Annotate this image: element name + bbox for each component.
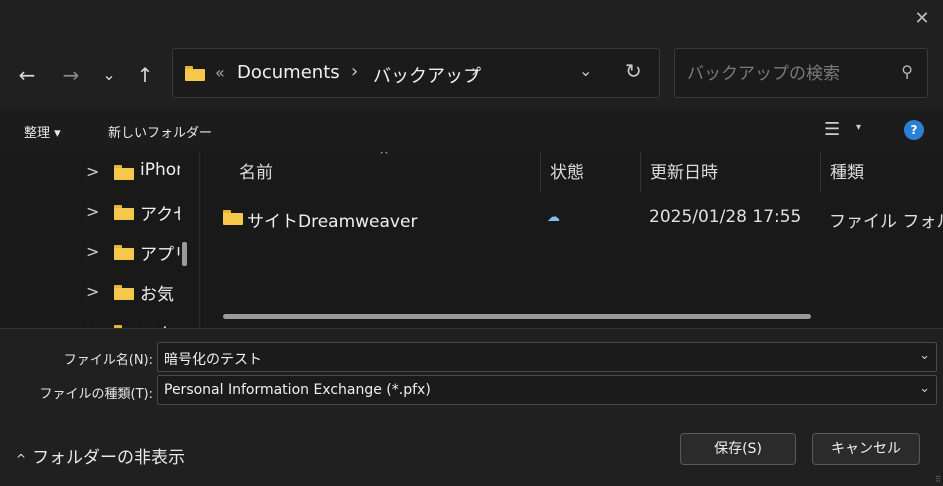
expand-arrow-icon[interactable]: >	[86, 282, 99, 301]
sort-indicator-icon: ^	[379, 152, 390, 162]
title-bar: ✕	[0, 0, 943, 38]
search-icon[interactable]: ⚲	[901, 62, 913, 81]
navigation-bar: ← → ⌄ ↑ « Documents › バックアップ › ⌄ ↻ ⚲	[0, 38, 943, 110]
recent-locations-button[interactable]: ⌄	[94, 60, 124, 90]
breadcrumb-documents[interactable]: Documents	[237, 62, 340, 83]
chevron-down-icon[interactable]: ⌄	[919, 381, 930, 396]
tree-item-label: アクセ	[140, 205, 180, 225]
filename-input[interactable]: 暗号化のテスト	[164, 349, 262, 369]
command-toolbar: 整理 ▾ 新しいフォルダー ☰ ▾ ?	[0, 110, 943, 152]
tree-item[interactable]: > スク	[86, 316, 196, 328]
column-divider[interactable]	[820, 152, 821, 192]
cancel-button[interactable]: キャンセル	[812, 433, 920, 465]
breadcrumb-separator-icon[interactable]: ›	[471, 61, 478, 82]
tree-item-label: スク	[140, 320, 180, 328]
column-divider[interactable]	[640, 152, 641, 192]
folder-icon	[114, 285, 134, 300]
search-input[interactable]	[687, 61, 887, 87]
help-icon[interactable]: ?	[904, 120, 924, 140]
breadcrumb-backup[interactable]: バックアップ	[373, 62, 481, 88]
cloud-icon: ☁	[547, 210, 560, 225]
horizontal-scrollbar[interactable]	[223, 314, 811, 319]
back-button[interactable]: ←	[12, 60, 42, 90]
chevron-up-icon: ^	[16, 452, 27, 466]
tree-scrollbar[interactable]	[182, 242, 187, 266]
resize-grip-icon[interactable]: ⠿	[935, 475, 941, 484]
filename-combobox[interactable]: 暗号化のテスト ⌄	[157, 342, 937, 372]
refresh-icon[interactable]: ↻	[625, 59, 642, 83]
file-type: ファイル フォルダー	[829, 212, 943, 232]
folder-icon	[114, 245, 134, 260]
column-divider[interactable]	[540, 152, 541, 192]
chevron-down-icon[interactable]: ⌄	[919, 348, 930, 363]
tree-item-label: iPhone	[140, 160, 180, 180]
tree-item-label: アプリ	[140, 245, 180, 265]
tree-item-label: お気	[140, 285, 174, 305]
address-bar[interactable]: « Documents › バックアップ › ⌄ ↻	[172, 48, 660, 98]
file-date: 2025/01/28 17:55	[649, 207, 802, 227]
hide-folders-toggle[interactable]: ^ フォルダーの非表示	[16, 443, 185, 468]
tree-item[interactable]: > アプリ	[86, 236, 196, 266]
file-name: サイトDreamweaver	[247, 212, 418, 232]
filetype-select[interactable]: Personal Information Exchange (*.pfx) ⌄	[157, 375, 937, 405]
expand-arrow-icon[interactable]: >	[86, 202, 99, 221]
column-header-date[interactable]: 更新日時	[650, 158, 718, 183]
expand-arrow-icon[interactable]: >	[86, 162, 99, 181]
save-form-area: ファイル名(N): 暗号化のテスト ⌄ ファイルの種類(T): Personal…	[0, 328, 943, 486]
save-button[interactable]: 保存(S)	[680, 433, 796, 465]
filename-label: ファイル名(N):	[63, 353, 153, 368]
hide-folders-label: フォルダーの非表示	[32, 448, 186, 468]
folder-icon	[114, 165, 134, 180]
up-button[interactable]: ↑	[130, 60, 160, 90]
filetype-label: ファイルの種類(T):	[39, 387, 153, 402]
column-header-type[interactable]: 種類	[830, 158, 864, 183]
column-header-status[interactable]: 状態	[550, 158, 584, 183]
address-dropdown-icon[interactable]: ⌄	[579, 61, 592, 80]
folder-icon	[223, 210, 243, 225]
tree-item[interactable]: > お気	[86, 276, 196, 306]
close-icon[interactable]: ✕	[911, 8, 933, 30]
new-folder-button[interactable]: 新しいフォルダー	[108, 122, 212, 141]
expand-arrow-icon[interactable]: >	[86, 242, 99, 261]
file-list: ^ 名前 状態 更新日時 種類 サイトDreamweaver ☁ 2025/01…	[201, 152, 943, 328]
breadcrumb-separator-icon[interactable]: ›	[351, 61, 358, 82]
forward-button[interactable]: →	[56, 60, 86, 90]
folder-icon	[114, 205, 134, 220]
overflow-chevron-icon[interactable]: «	[215, 63, 225, 82]
organize-button[interactable]: 整理 ▾	[24, 122, 61, 141]
navigation-pane: > iPhone > アクセ > アプリ > お気 > スク	[0, 152, 200, 328]
tree-item[interactable]: > iPhone	[86, 156, 196, 186]
view-options-icon[interactable]: ☰	[824, 119, 840, 140]
search-box[interactable]: ⚲	[674, 48, 928, 98]
filetype-value: Personal Information Exchange (*.pfx)	[164, 382, 431, 398]
column-header-name[interactable]: 名前	[239, 158, 273, 183]
view-dropdown-icon[interactable]: ▾	[856, 122, 861, 133]
tree-item[interactable]: > アクセ	[86, 196, 196, 226]
file-row[interactable]: サイトDreamweaver ☁ 2025/01/28 17:55 ファイル フ…	[201, 204, 943, 234]
folder-icon	[185, 66, 205, 81]
